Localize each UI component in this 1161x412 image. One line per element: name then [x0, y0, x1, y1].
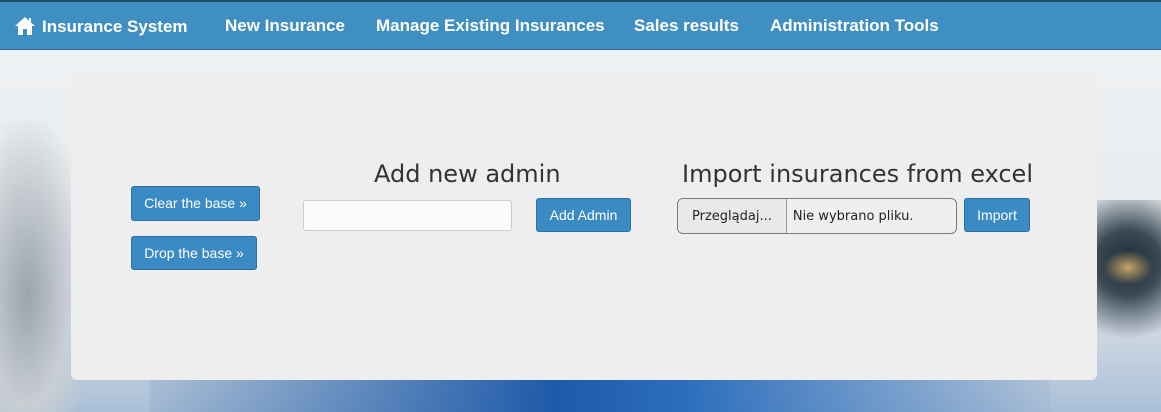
top-navbar: Insurance System New Insurance Manage Ex… [0, 0, 1161, 50]
brand-link[interactable]: Insurance System [14, 2, 188, 50]
nav-manage-insurances[interactable]: Manage Existing Insurances [376, 2, 605, 50]
background-photo-bottom [150, 375, 1050, 412]
import-excel-heading: Import insurances from excel [682, 160, 1033, 188]
admin-tools-panel: Clear the base » Drop the base » Add new… [71, 72, 1097, 380]
admin-name-input[interactable] [303, 200, 512, 231]
brand-label: Insurance System [42, 16, 188, 36]
excel-file-input[interactable]: Przeglądaj... Nie wybrano pliku. [677, 198, 957, 234]
add-admin-button[interactable]: Add Admin [536, 198, 631, 232]
import-button[interactable]: Import [964, 198, 1030, 232]
home-icon [15, 17, 35, 35]
file-status-text: Nie wybrano pliku. [792, 208, 914, 224]
drop-base-button[interactable]: Drop the base » [131, 236, 257, 270]
nav-new-insurance[interactable]: New Insurance [225, 2, 345, 50]
background-pen-tip [1103, 250, 1153, 285]
nav-sales-results[interactable]: Sales results [634, 2, 739, 50]
nav-administration-tools[interactable]: Administration Tools [770, 2, 939, 50]
browse-file-button[interactable]: Przeglądaj... [678, 199, 787, 233]
clear-base-button[interactable]: Clear the base » [131, 186, 260, 221]
add-admin-heading: Add new admin [374, 160, 561, 188]
